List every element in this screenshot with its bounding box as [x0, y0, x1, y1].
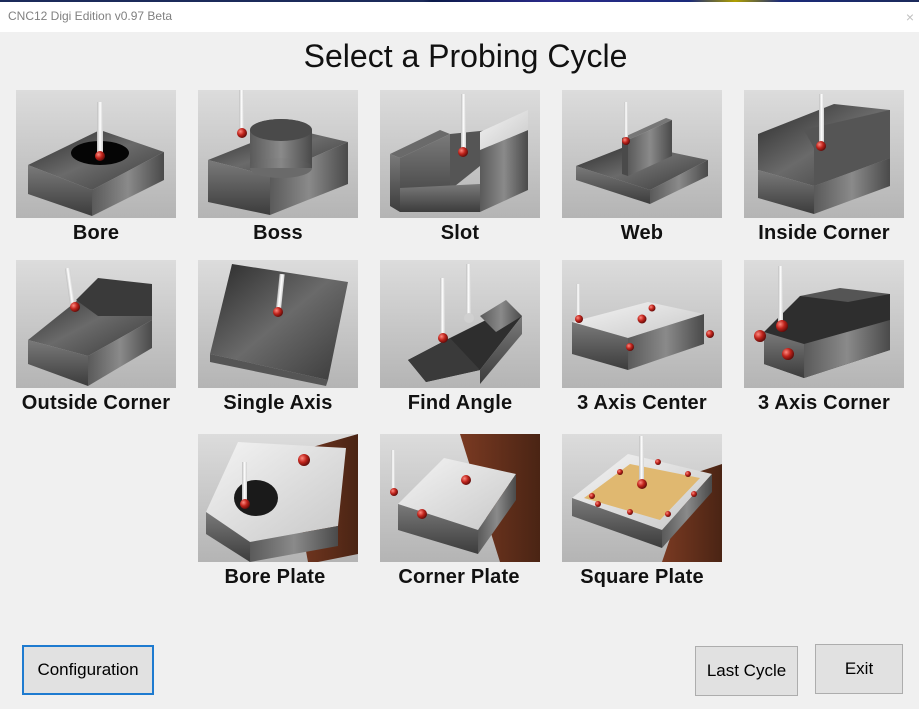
cycle-tile-boss[interactable] [198, 90, 358, 218]
cycle-label-single-axis[interactable]: Single Axis [183, 392, 373, 415]
cycle-tile-web[interactable] [562, 90, 722, 218]
cycle-tile-slot[interactable] [380, 90, 540, 218]
cycle-label-corner-plate[interactable]: Corner Plate [364, 566, 554, 589]
close-button[interactable]: × [901, 8, 919, 26]
cycle-label-3-axis-center[interactable]: 3 Axis Center [547, 392, 737, 415]
cycle-label-boss[interactable]: Boss [183, 222, 373, 245]
last-cycle-button[interactable]: Last Cycle [695, 646, 798, 696]
exit-button[interactable]: Exit [815, 644, 903, 694]
cycle-label-find-angle[interactable]: Find Angle [365, 392, 555, 415]
title-bar-accent [0, 0, 919, 2]
three-axis-corner-icon [744, 260, 904, 388]
cycle-label-web[interactable]: Web [547, 222, 737, 245]
title-bar: CNC12 Digi Edition v0.97 Beta × [0, 0, 919, 32]
inside-corner-icon [744, 90, 904, 218]
find-angle-icon [380, 260, 540, 388]
outside-corner-icon [16, 260, 176, 388]
cycle-tile-3-axis-center[interactable] [562, 260, 722, 388]
cycle-tile-single-axis[interactable] [198, 260, 358, 388]
cycle-tile-square-plate[interactable] [562, 434, 722, 562]
cycle-label-bore[interactable]: Bore [1, 222, 191, 245]
cycle-tile-outside-corner[interactable] [16, 260, 176, 388]
window-title: CNC12 Digi Edition v0.97 Beta [8, 9, 173, 23]
cycle-tile-find-angle[interactable] [380, 260, 540, 388]
bore-plate-icon [198, 434, 358, 562]
cycle-label-bore-plate[interactable]: Bore Plate [180, 566, 370, 589]
boss-icon [198, 90, 358, 218]
slot-icon [380, 90, 540, 218]
cycle-label-3-axis-corner[interactable]: 3 Axis Corner [729, 392, 919, 415]
web-icon [562, 90, 722, 218]
cycle-label-square-plate[interactable]: Square Plate [547, 566, 737, 589]
cycle-tile-corner-plate[interactable] [380, 434, 540, 562]
page-title: Select a Probing Cycle [303, 38, 628, 74]
cycle-label-slot[interactable]: Slot [365, 222, 555, 245]
cycle-tile-inside-corner[interactable] [744, 90, 904, 218]
cycle-label-inside-corner[interactable]: Inside Corner [729, 222, 919, 245]
cycle-tile-3-axis-corner[interactable] [744, 260, 904, 388]
configuration-button[interactable]: Configuration [22, 645, 154, 695]
cycle-tile-bore[interactable] [16, 90, 176, 218]
single-axis-icon [198, 260, 358, 388]
cycle-label-outside-corner[interactable]: Outside Corner [1, 392, 191, 415]
bore-icon [16, 90, 176, 218]
square-plate-icon [562, 434, 722, 562]
three-axis-center-icon [562, 260, 722, 388]
corner-plate-icon [380, 434, 540, 562]
cycle-tile-bore-plate[interactable] [198, 434, 358, 562]
